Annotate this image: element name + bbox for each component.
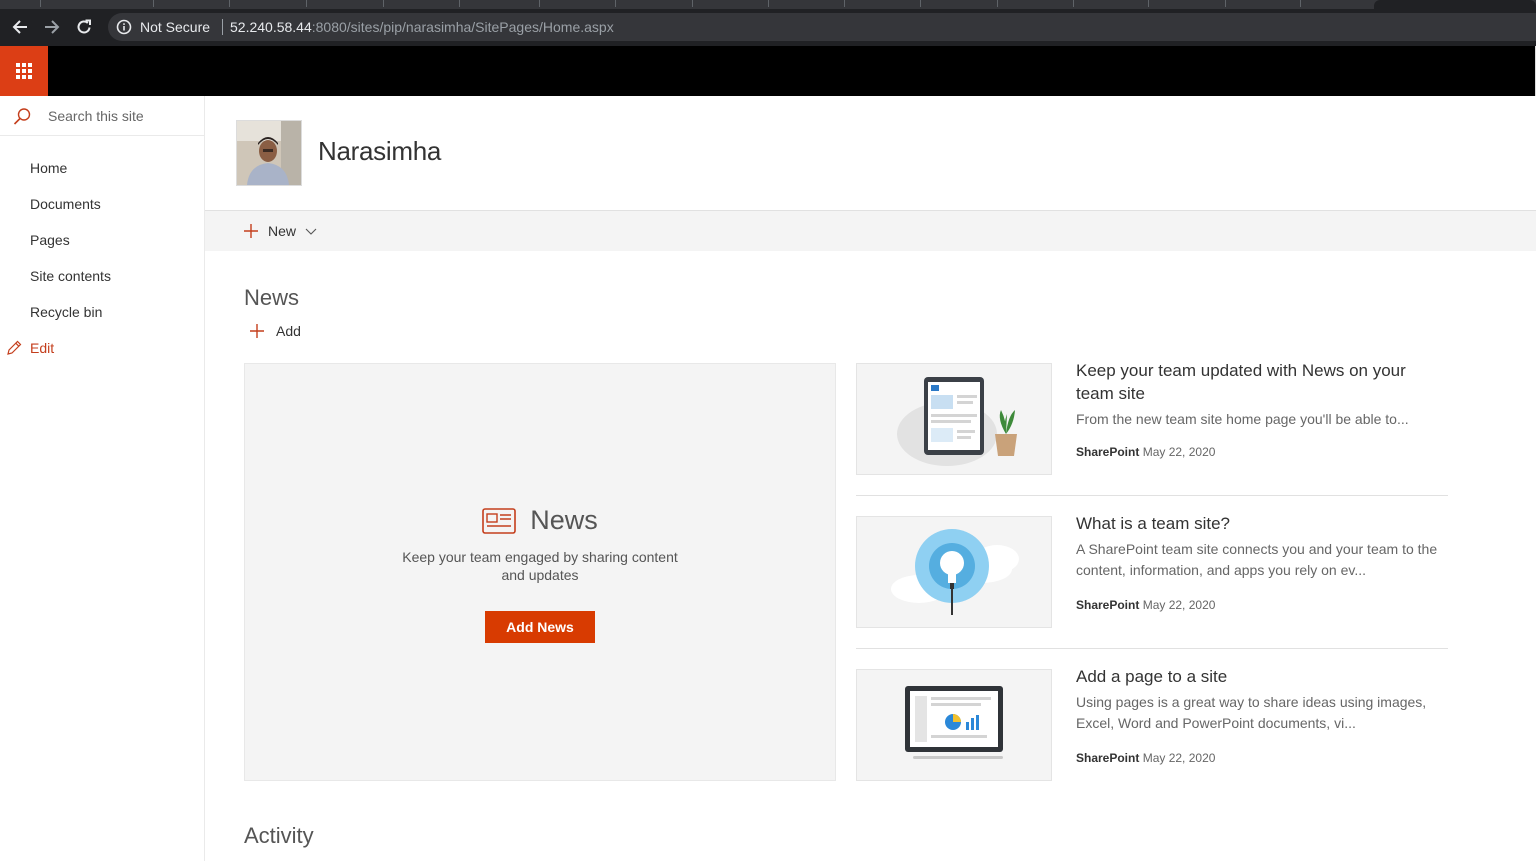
activity-section-heading: Activity — [244, 823, 314, 848]
news-card-description: A SharePoint team site connects you and … — [1076, 541, 1438, 578]
tab-separator — [615, 0, 616, 7]
news-card-thumbnail[interactable] — [856, 516, 1052, 628]
arrow-left-icon — [12, 20, 27, 34]
tab-separator — [768, 0, 769, 7]
tab-separator — [844, 0, 845, 7]
news-card-meta: SharePoint May 22, 2020 — [1076, 445, 1215, 459]
browser-chrome: Not Secure 52.240.58.44:8080/sites/pip/n… — [0, 0, 1536, 46]
arrow-right-icon — [45, 20, 60, 34]
command-bar: New — [205, 211, 1536, 251]
news-card[interactable]: Add a page to a site Using pages is a gr… — [856, 667, 1448, 781]
news-card-thumbnail[interactable] — [856, 669, 1052, 781]
address-divider — [222, 19, 224, 35]
add-news-button[interactable]: Add News — [485, 611, 595, 643]
url-text[interactable]: 52.240.58.44:8080/sites/pip/narasimha/Si… — [230, 13, 614, 41]
news-card-title[interactable]: Keep your team updated with News on your… — [1076, 359, 1446, 405]
tab-separator — [1300, 0, 1301, 7]
site-logo-avatar[interactable] — [236, 120, 302, 186]
news-card[interactable]: Keep your team updated with News on your… — [856, 361, 1448, 475]
news-placeholder-title: News — [245, 505, 835, 536]
tab-separator — [997, 0, 998, 7]
tab-separator — [383, 0, 384, 7]
chevron-down-icon — [305, 228, 317, 235]
security-indicator[interactable]: Not Secure — [116, 13, 224, 41]
tab-separator — [229, 0, 230, 7]
search-box[interactable] — [0, 96, 204, 136]
app-launcher-button[interactable] — [0, 46, 48, 96]
news-placeholder-description: Keep your team engaged by sharing conten… — [402, 549, 678, 583]
tab-separator — [153, 0, 154, 7]
nav-item-documents[interactable]: Documents — [30, 192, 101, 216]
news-placeholder-panel: News Keep your team engaged by sharing c… — [244, 363, 836, 781]
url-path: :8080/sites/pip/narasimha/SitePages/Home… — [311, 19, 614, 35]
tab-separator — [692, 0, 693, 7]
news-card-meta: SharePoint May 22, 2020 — [1076, 751, 1215, 765]
plus-icon — [244, 224, 258, 238]
nav-item-recycle-bin[interactable]: Recycle bin — [30, 300, 102, 324]
tab-strip — [0, 0, 1536, 9]
active-tab[interactable] — [1374, 0, 1536, 9]
new-label: New — [268, 223, 297, 239]
tab-separator — [40, 0, 41, 7]
news-card-title[interactable]: Add a page to a site — [1076, 665, 1446, 688]
news-card-title[interactable]: What is a team site? — [1076, 512, 1446, 535]
news-card-description: From the new team site home page you'll … — [1076, 411, 1409, 427]
nav-item-home[interactable]: Home — [30, 156, 67, 180]
address-bar[interactable]: Not Secure 52.240.58.44:8080/sites/pip/n… — [108, 13, 1536, 41]
news-card-description: Using pages is a great way to share idea… — [1076, 694, 1427, 731]
tab-separator — [1148, 0, 1149, 7]
card-divider — [856, 495, 1448, 496]
suite-bar — [0, 46, 1536, 96]
search-icon — [13, 108, 31, 125]
newspaper-icon — [482, 507, 517, 534]
tab-separator — [459, 0, 460, 7]
laptop-chart-illustration-icon — [905, 686, 1003, 759]
edit-label: Edit — [30, 340, 55, 356]
tab-separator — [1073, 0, 1074, 7]
user-photo-icon — [237, 121, 301, 185]
news-card-date: May 22, 2020 — [1142, 751, 1216, 765]
news-placeholder-title-text: News — [530, 505, 598, 535]
pencil-icon — [7, 340, 22, 355]
news-card-author: SharePoint — [1076, 751, 1140, 765]
tablet-plant-illustration-icon — [897, 377, 1017, 466]
site-header: Narasimha — [205, 96, 1536, 211]
waffle-icon — [16, 63, 32, 79]
site-title[interactable]: Narasimha — [318, 136, 441, 167]
tab-separator — [306, 0, 307, 7]
tab-separator — [1225, 0, 1226, 7]
news-section-heading: News — [244, 285, 300, 310]
news-card-meta: SharePoint May 22, 2020 — [1076, 598, 1215, 612]
tab-separator — [539, 0, 540, 7]
news-card-thumbnail[interactable] — [856, 363, 1052, 475]
reload-button[interactable] — [72, 15, 96, 39]
news-card[interactable]: What is a team site? A SharePoint team s… — [856, 514, 1448, 628]
back-button[interactable] — [8, 15, 32, 39]
info-icon — [116, 19, 132, 35]
nav-item-site-contents[interactable]: Site contents — [30, 264, 111, 288]
plus-icon — [250, 324, 264, 338]
security-label: Not Secure — [140, 19, 211, 35]
edit-nav-link[interactable]: Edit — [6, 336, 54, 360]
left-navigation: Home Documents Pages Site contents Recyc… — [0, 96, 205, 861]
news-card-author: SharePoint — [1076, 598, 1140, 612]
news-card-date: May 22, 2020 — [1142, 598, 1216, 612]
forward-button[interactable] — [40, 15, 64, 39]
news-card-author: SharePoint — [1076, 445, 1140, 459]
reload-icon — [77, 19, 91, 34]
news-card-date: May 22, 2020 — [1142, 445, 1216, 459]
tab-separator — [920, 0, 921, 7]
add-news-label: Add — [276, 323, 301, 339]
add-news-link[interactable]: Add — [249, 320, 301, 342]
nav-item-pages[interactable]: Pages — [30, 228, 70, 252]
card-divider — [856, 648, 1448, 649]
lightbulb-cloud-illustration-icon — [891, 529, 1019, 615]
new-button[interactable]: New — [243, 219, 317, 243]
search-input[interactable] — [48, 105, 198, 127]
url-host: 52.240.58.44 — [230, 19, 312, 35]
